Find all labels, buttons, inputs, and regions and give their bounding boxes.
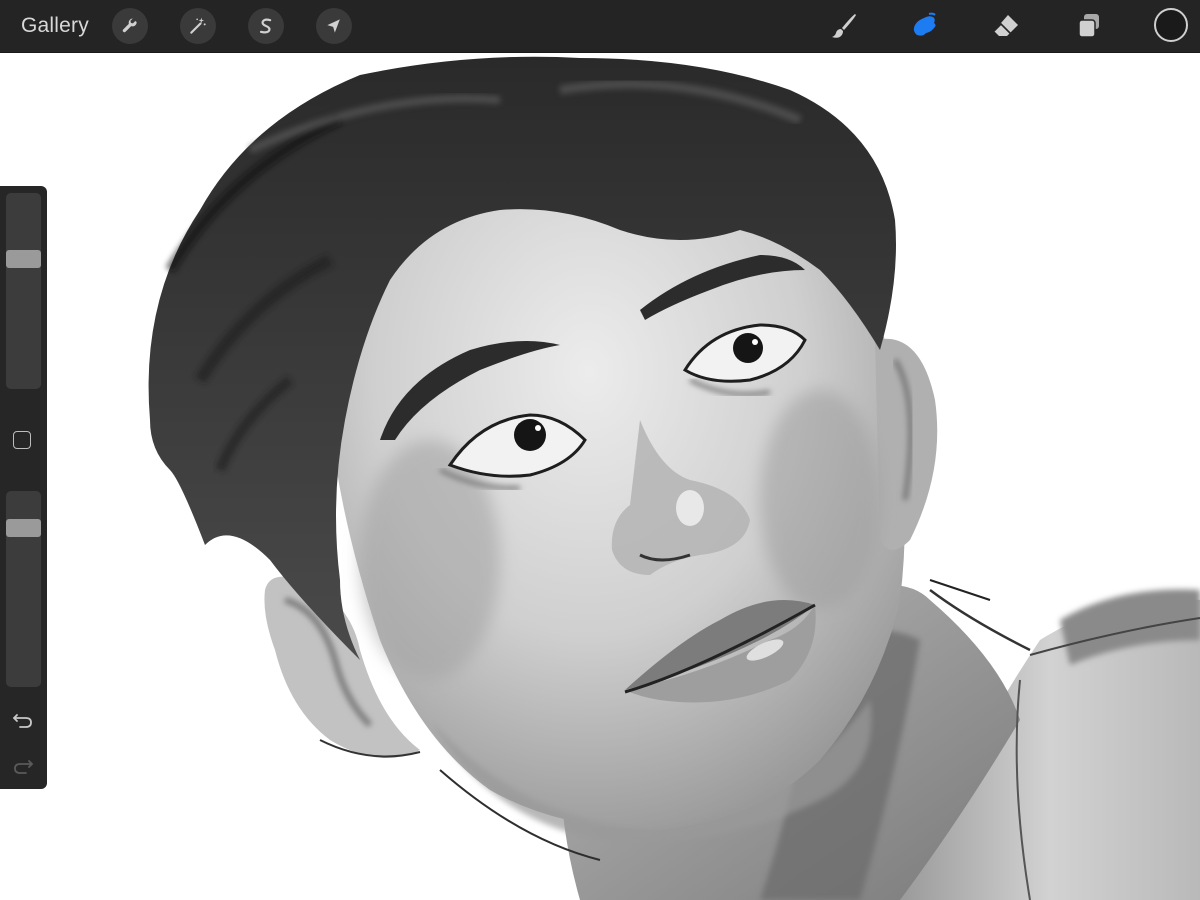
eraser-icon <box>993 15 1018 36</box>
gallery-button[interactable]: Gallery <box>21 13 89 39</box>
undo-button[interactable] <box>10 709 36 731</box>
brush-icon <box>832 14 856 38</box>
color-picker-button[interactable] <box>1154 8 1188 42</box>
magic-wand-icon <box>190 17 206 34</box>
modify-button[interactable] <box>13 431 31 449</box>
brush-tool-button[interactable] <box>826 8 862 44</box>
smudge-finger-icon <box>913 12 936 36</box>
opacity-slider[interactable] <box>6 491 41 687</box>
eraser-tool-button[interactable] <box>988 8 1024 44</box>
selection-s-icon <box>259 18 272 34</box>
undo-arrow-icon <box>13 714 32 728</box>
portrait-artwork <box>148 56 1200 900</box>
drawing-canvas[interactable] <box>0 52 1200 900</box>
brush-size-slider[interactable] <box>6 193 41 389</box>
wrench-icon <box>122 18 137 33</box>
opacity-handle[interactable] <box>6 519 41 538</box>
arrow-cursor-icon <box>327 19 340 33</box>
top-toolbar: Gallery <box>0 0 1200 53</box>
selection-button[interactable] <box>248 8 284 44</box>
smudge-tool-button[interactable] <box>906 8 942 44</box>
transform-button[interactable] <box>316 8 352 44</box>
procreate-app: Gallery <box>0 0 1200 900</box>
left-sidebar <box>0 186 47 789</box>
redo-arrow-icon <box>14 760 33 774</box>
layers-icon <box>1078 14 1099 38</box>
layers-button[interactable] <box>1071 8 1107 44</box>
brush-size-handle[interactable] <box>6 249 41 268</box>
adjustments-button[interactable] <box>180 8 216 44</box>
redo-button[interactable] <box>10 755 36 777</box>
actions-button[interactable] <box>112 8 148 44</box>
